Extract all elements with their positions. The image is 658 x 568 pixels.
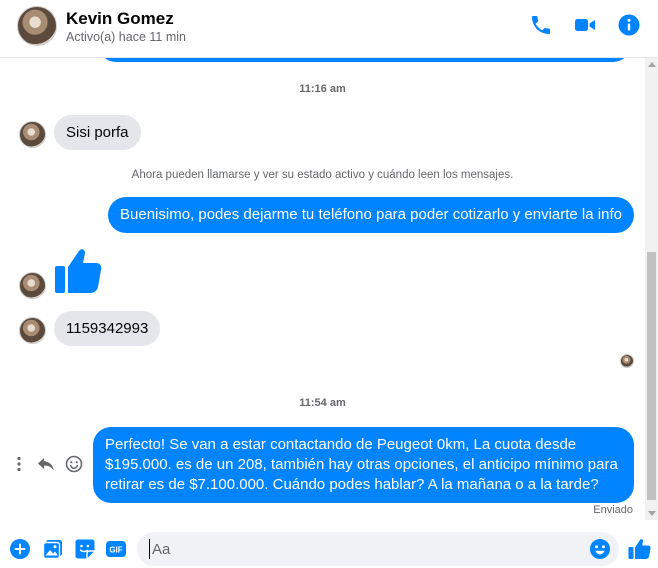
seen-receipt-avatar (620, 354, 634, 368)
sticker-icon[interactable] (74, 538, 96, 560)
info-icon[interactable] (617, 13, 641, 37)
system-notice: Ahora pueden llamarse y ver su estado ac… (131, 169, 514, 181)
video-camera-icon[interactable] (573, 13, 597, 37)
scroll-up-arrow[interactable] (648, 62, 656, 67)
incoming-message[interactable]: 1159342993 (54, 311, 161, 346)
more-options-icon[interactable] (10, 455, 28, 473)
outgoing-message[interactable]: Perfecto! Se van a estar contactando de … (93, 427, 634, 503)
gif-icon[interactable]: GIF (105, 538, 127, 560)
outgoing-message[interactable]: Buenisimo, podes dejarme tu teléfono par… (108, 197, 634, 233)
message-input-container[interactable] (137, 532, 619, 566)
message-input[interactable] (149, 539, 579, 559)
scrollbar[interactable] (645, 58, 658, 520)
conversation-header: Kevin Gomez Activo(a) hace 11 min (0, 0, 658, 58)
thumbs-up-icon[interactable] (52, 245, 104, 297)
timestamp: 11:54 am (299, 397, 346, 409)
scroll-down-arrow[interactable] (648, 511, 656, 516)
phone-icon[interactable] (529, 13, 553, 37)
scrollbar-thumb[interactable] (647, 252, 656, 500)
contact-avatar-small (19, 317, 46, 344)
contact-avatar-small (19, 272, 46, 299)
contact-active-status: Activo(a) hace 11 min (66, 30, 186, 44)
emoji-icon[interactable] (589, 538, 611, 560)
image-icon[interactable] (42, 538, 64, 560)
plus-icon[interactable] (9, 538, 31, 560)
contact-avatar-small (19, 121, 46, 148)
previous-outgoing-bubble (98, 58, 631, 62)
timestamp: 11:16 am (299, 83, 346, 95)
message-composer: GIF (0, 528, 658, 568)
sent-status: Enviado (593, 504, 633, 516)
contact-avatar[interactable] (17, 6, 57, 46)
message-thread[interactable]: 11:16 am Sisi porfa Ahora pueden llamars… (0, 58, 645, 520)
react-emoji-icon[interactable] (65, 455, 83, 473)
incoming-message[interactable]: Sisi porfa (54, 115, 141, 150)
gif-label: GIF (109, 546, 122, 555)
contact-name[interactable]: Kevin Gomez (66, 9, 174, 29)
like-icon[interactable] (627, 537, 651, 561)
reply-icon[interactable] (37, 455, 55, 473)
